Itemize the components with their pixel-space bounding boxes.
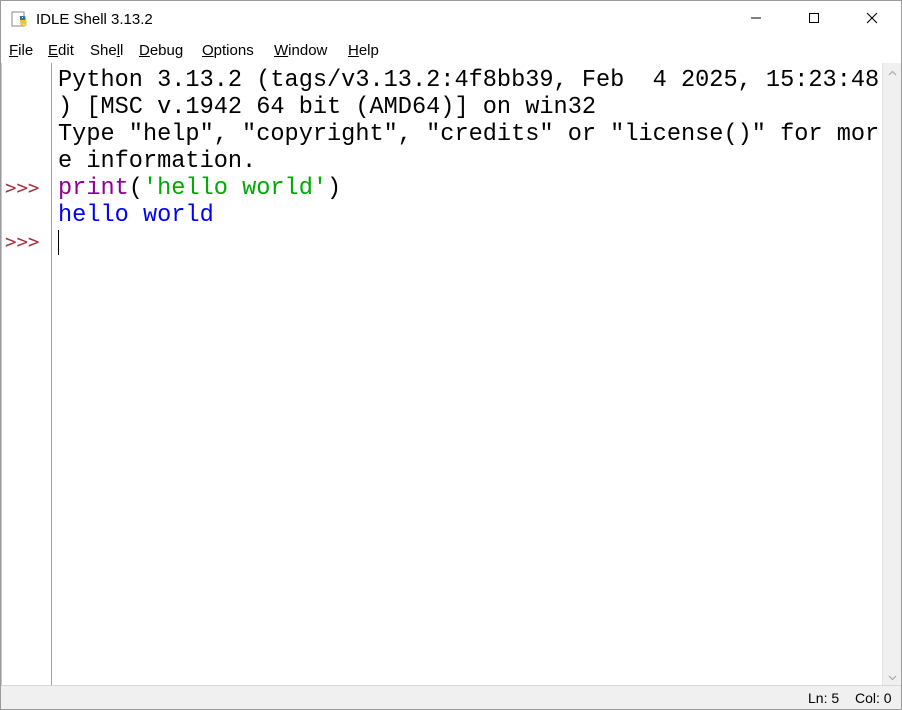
shell-text-area[interactable]: Python 3.13.2 (tags/v3.13.2:4f8bb39, Feb… xyxy=(52,63,881,685)
shell-prompt: >>> xyxy=(5,177,40,199)
menu-window[interactable]: Window xyxy=(274,42,327,60)
maximize-button[interactable] xyxy=(785,1,843,39)
status-bar: Ln: 5 Col: 0 xyxy=(1,685,901,709)
menu-file[interactable]: File xyxy=(9,42,33,60)
idle-shell-window: IDLE Shell 3.13.2 File Edit Shell Debug … xyxy=(0,0,902,710)
builtin-print: print xyxy=(58,175,129,202)
input-line: print('hello world') xyxy=(58,175,341,202)
maximize-icon xyxy=(808,11,820,29)
menu-help[interactable]: Help xyxy=(348,42,379,60)
minimize-icon xyxy=(750,11,762,29)
menu-options[interactable]: Options xyxy=(202,42,254,60)
scroll-up-button[interactable] xyxy=(883,63,901,81)
banner-line: ) [MSC v.1942 64 bit (AMD64)] on win32 xyxy=(58,94,597,121)
python-idle-icon xyxy=(11,10,29,28)
status-line-number: Ln: 5 xyxy=(808,690,840,706)
gutter-edge xyxy=(1,63,2,685)
close-icon xyxy=(866,11,878,29)
scroll-down-button[interactable] xyxy=(883,668,901,686)
vertical-scrollbar[interactable] xyxy=(882,63,901,686)
banner-line: Python 3.13.2 (tags/v3.13.2:4f8bb39, Feb… xyxy=(58,67,880,94)
paren-open: ( xyxy=(128,175,143,202)
banner-line: e information. xyxy=(58,148,257,175)
chevron-up-icon xyxy=(888,63,897,81)
status-column-number: Col: 0 xyxy=(855,690,892,706)
chevron-down-icon xyxy=(888,668,897,686)
close-button[interactable] xyxy=(843,1,901,39)
prompt-gutter: >>> >>> xyxy=(1,63,52,685)
banner-line: Type "help", "copyright", "credits" or "… xyxy=(58,121,880,148)
window-title: IDLE Shell 3.13.2 xyxy=(36,11,153,28)
output-line: hello world xyxy=(58,202,214,229)
menu-debug[interactable]: Debug xyxy=(139,42,183,60)
menu-shell[interactable]: Shell xyxy=(90,42,123,60)
menu-edit[interactable]: Edit xyxy=(48,42,74,60)
string-literal: 'hello world' xyxy=(142,175,328,202)
title-bar[interactable]: IDLE Shell 3.13.2 xyxy=(1,1,901,39)
text-cursor xyxy=(58,230,59,255)
paren-close: ) xyxy=(327,175,342,202)
menu-bar: File Edit Shell Debug Options Window Hel… xyxy=(1,39,901,63)
shell-prompt: >>> xyxy=(5,231,40,253)
minimize-button[interactable] xyxy=(727,1,785,39)
shell-editor[interactable]: >>> >>> Python 3.13.2 (tags/v3.13.2:4f8b… xyxy=(1,63,901,685)
